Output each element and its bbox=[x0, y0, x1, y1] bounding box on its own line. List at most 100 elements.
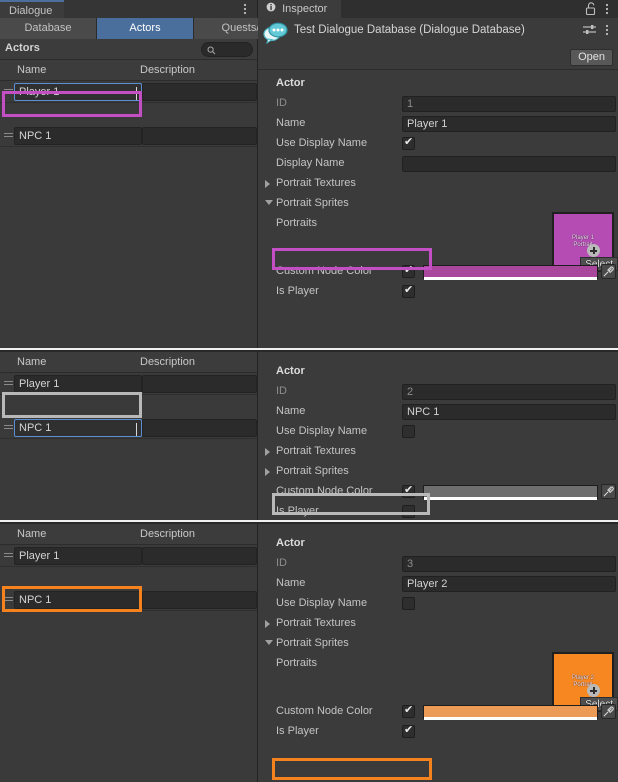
foldout-label-portrait-sprites: Portrait Sprites bbox=[276, 197, 349, 209]
actor-name-value: Player 1 bbox=[19, 86, 60, 98]
inspector-open-row: Open bbox=[258, 48, 618, 70]
node-color-field[interactable] bbox=[423, 485, 598, 500]
chevron-down-icon[interactable] bbox=[265, 200, 273, 205]
id-value: 3 bbox=[402, 556, 616, 572]
field-label-name: Name bbox=[276, 405, 306, 417]
foldout-portrait-textures[interactable]: Portrait Textures bbox=[258, 174, 618, 194]
eyedropper-icon[interactable] bbox=[601, 264, 616, 279]
is-player-checkbox[interactable] bbox=[402, 283, 415, 298]
actor-name-input[interactable]: Player 1 bbox=[14, 83, 142, 101]
actor-description-input[interactable] bbox=[142, 419, 257, 437]
custom-node-color-checkbox[interactable] bbox=[402, 483, 415, 498]
kebab-menu-icon[interactable] bbox=[239, 1, 251, 17]
field-use-display-name: Use Display Name bbox=[258, 594, 618, 614]
panel-divider-1 bbox=[0, 348, 618, 350]
name-input[interactable]: Player 1 bbox=[402, 116, 616, 132]
actor-description-input[interactable] bbox=[142, 591, 257, 609]
actor-name-input[interactable]: NPC 1 bbox=[14, 127, 142, 145]
actor-description-input[interactable] bbox=[142, 83, 257, 101]
drag-handle-icon[interactable] bbox=[4, 381, 13, 387]
drag-handle-icon[interactable] bbox=[4, 597, 13, 603]
actor-description-input[interactable] bbox=[142, 547, 257, 565]
chevron-right-icon[interactable] bbox=[265, 448, 270, 456]
preset-sliders-icon[interactable] bbox=[583, 24, 596, 39]
field-name: Name NPC 1 bbox=[258, 402, 618, 422]
use-display-name-checkbox[interactable] bbox=[402, 425, 415, 438]
tab-database-label: Database bbox=[24, 22, 72, 34]
node-color-alpha-bar bbox=[424, 497, 597, 500]
node-color-field[interactable] bbox=[423, 265, 598, 280]
actor-name-input[interactable]: NPC 1 bbox=[14, 419, 142, 437]
field-is-player: Is Player bbox=[258, 282, 618, 302]
lock-open-icon[interactable] bbox=[585, 2, 596, 19]
dialogue-bubble-icon bbox=[263, 21, 289, 45]
actor-name-input[interactable]: NPC 1 bbox=[14, 591, 142, 609]
add-plus-icon[interactable] bbox=[587, 244, 600, 257]
table-row[interactable]: NPC 1 bbox=[0, 417, 257, 439]
field-label-portraits: Portraits bbox=[276, 217, 317, 229]
eyedropper-icon[interactable] bbox=[601, 484, 616, 499]
drag-handle-icon[interactable] bbox=[4, 425, 13, 431]
actor-description-input[interactable] bbox=[142, 127, 257, 145]
custom-node-color-checkbox[interactable] bbox=[402, 703, 415, 718]
section-title: Actor bbox=[276, 365, 305, 377]
portraits-add-row bbox=[258, 234, 618, 262]
inspector-tab-label: Inspector bbox=[282, 3, 328, 15]
foldout-portrait-textures[interactable]: Portrait Textures bbox=[258, 614, 618, 634]
table-row[interactable]: Player 1 bbox=[0, 545, 257, 567]
foldout-portrait-textures[interactable]: Portrait Textures bbox=[258, 442, 618, 462]
text-caret bbox=[136, 87, 137, 100]
eyedropper-icon[interactable] bbox=[601, 704, 616, 719]
actor-name-input[interactable]: Player 1 bbox=[14, 547, 142, 565]
actor-name-input[interactable]: Player 1 bbox=[14, 375, 142, 393]
table-row[interactable]: NPC 1 bbox=[0, 589, 257, 611]
table-row[interactable]: Player 1 bbox=[0, 81, 257, 103]
name-input[interactable]: NPC 1 bbox=[402, 404, 616, 420]
window-tab-label: Dialogue bbox=[9, 5, 53, 17]
node-color-alpha-bar bbox=[424, 277, 597, 280]
list-column-headers-1: Name Description bbox=[0, 60, 257, 81]
actors-list-1: Player 1 NPC 1 Player 2 bbox=[0, 81, 257, 347]
foldout-portrait-sprites[interactable]: Portrait Sprites bbox=[258, 194, 618, 214]
drag-handle-icon[interactable] bbox=[4, 553, 13, 559]
actors-list-pane-3: Name Description Player 1 NPC 1 bbox=[0, 524, 258, 782]
window-tab-dialogue[interactable]: Dialogue bbox=[0, 0, 65, 18]
name-input[interactable]: Player 2 bbox=[402, 576, 616, 592]
tab-actors[interactable]: Actors bbox=[97, 18, 194, 39]
drag-handle-icon[interactable] bbox=[4, 89, 13, 95]
actor-fields-1: Actor ID 1 Name Player 1 Use Display Nam… bbox=[258, 70, 618, 348]
field-label-use-display-name: Use Display Name bbox=[276, 425, 368, 437]
is-player-checkbox[interactable] bbox=[402, 505, 415, 518]
field-is-player: Is Player bbox=[258, 722, 618, 742]
use-display-name-checkbox[interactable] bbox=[402, 597, 415, 610]
section-header-actor: Actor bbox=[258, 74, 618, 94]
add-plus-icon[interactable] bbox=[587, 684, 600, 697]
table-row[interactable]: Player 1 bbox=[0, 373, 257, 395]
section-title: Actor bbox=[276, 537, 305, 549]
search-input[interactable] bbox=[201, 42, 253, 57]
tab-inspector[interactable]: Inspector bbox=[258, 0, 342, 18]
chevron-right-icon[interactable] bbox=[265, 468, 270, 476]
inspector-pane-3: Actor ID 3 Name Player 2 Use Display Nam… bbox=[258, 524, 618, 782]
tab-database[interactable]: Database bbox=[0, 18, 97, 39]
is-player-checkbox[interactable] bbox=[402, 723, 415, 738]
actor-description-input[interactable] bbox=[142, 375, 257, 393]
drag-handle-icon[interactable] bbox=[4, 133, 13, 139]
kebab-menu-icon[interactable] bbox=[601, 23, 613, 40]
chevron-right-icon[interactable] bbox=[265, 180, 270, 188]
chevron-right-icon[interactable] bbox=[265, 620, 270, 628]
node-color-field[interactable] bbox=[423, 705, 598, 720]
chevron-down-icon[interactable] bbox=[265, 640, 273, 645]
field-custom-node-color: Custom Node Color bbox=[258, 702, 618, 722]
use-display-name-checkbox[interactable] bbox=[402, 135, 415, 150]
foldout-portrait-sprites[interactable]: Portrait Sprites bbox=[258, 634, 618, 654]
field-custom-node-color: Custom Node Color bbox=[258, 262, 618, 282]
custom-node-color-checkbox[interactable] bbox=[402, 263, 415, 278]
field-name: Name Player 2 bbox=[258, 574, 618, 594]
panel-divider-2 bbox=[0, 520, 618, 522]
display-name-input[interactable] bbox=[402, 156, 616, 172]
open-button[interactable]: Open bbox=[570, 49, 613, 66]
table-row[interactable]: NPC 1 bbox=[0, 125, 257, 147]
foldout-portrait-sprites[interactable]: Portrait Sprites bbox=[258, 462, 618, 482]
actors-list-2: Player 1 NPC 1 Player 2 bbox=[0, 373, 257, 520]
